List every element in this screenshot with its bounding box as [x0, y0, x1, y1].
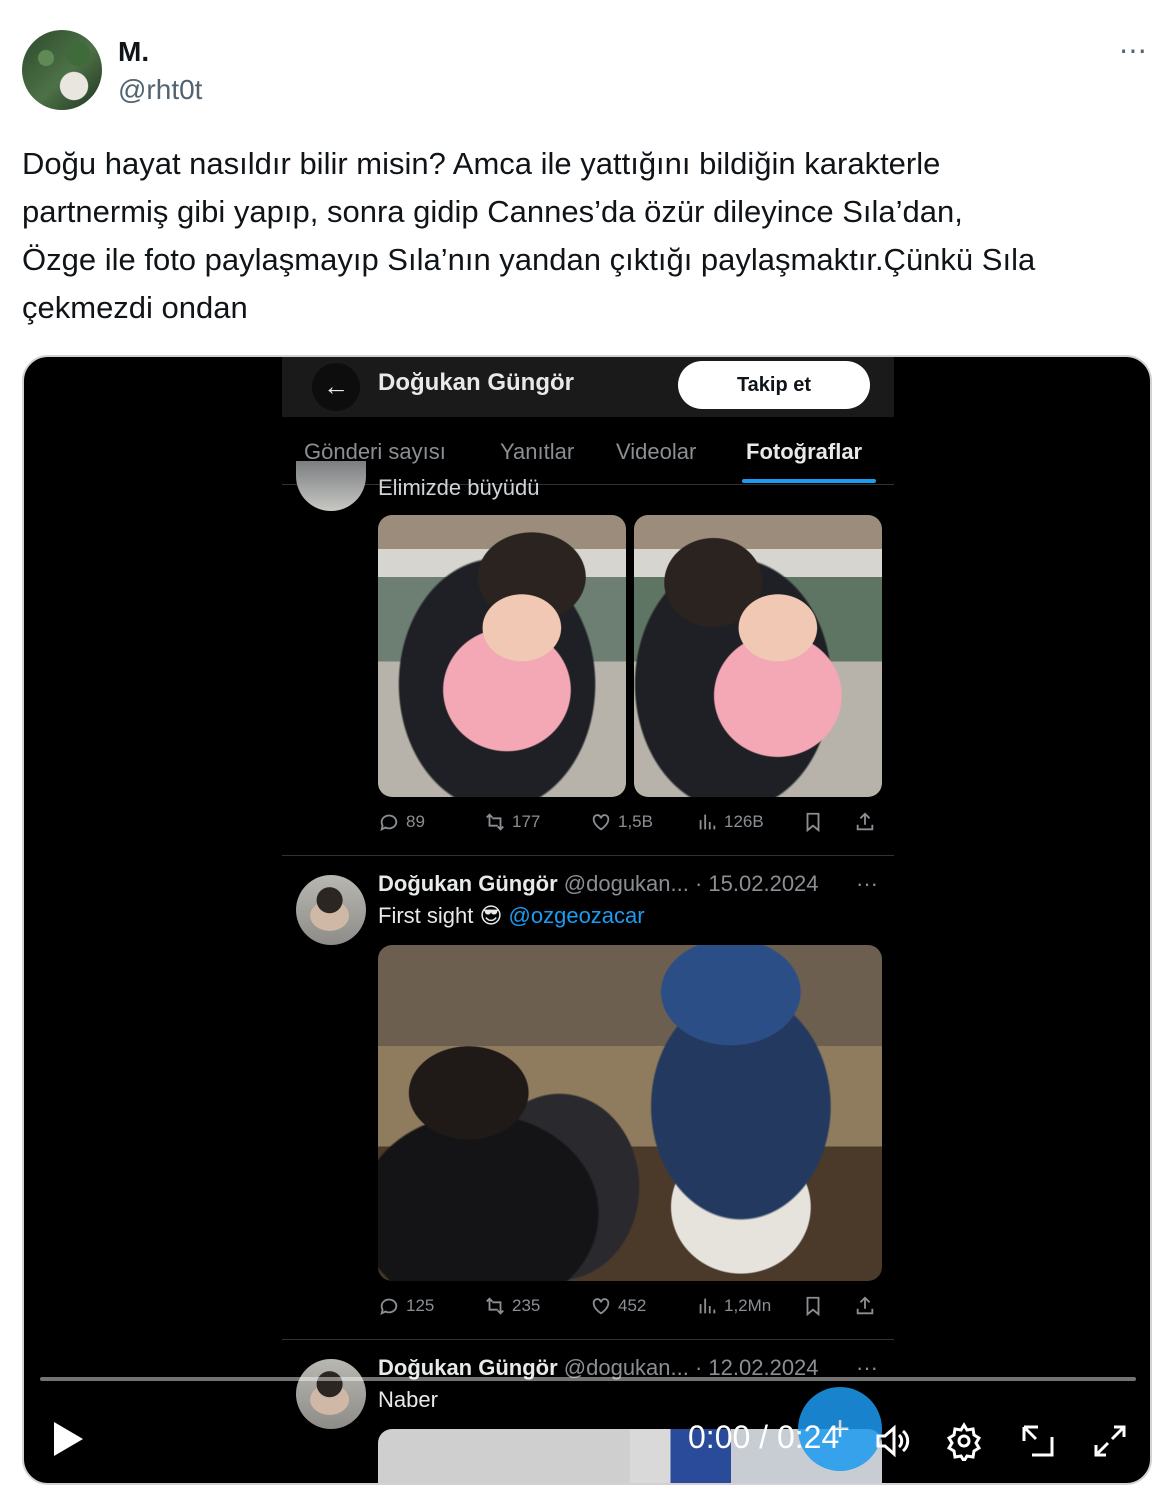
like-action: 1,5B	[590, 811, 653, 833]
tweet-text-line: Doğu hayat nasıldır bilir misin? Amca il…	[22, 146, 941, 181]
settings-gear-icon[interactable]	[944, 1421, 984, 1461]
post-actions: 89 177 1,5B 126B	[378, 811, 886, 841]
post-more-icon: ···	[856, 871, 878, 896]
reply-count: 89	[406, 812, 425, 831]
post-photo	[378, 515, 626, 797]
views-action: 1,2Mn	[696, 1295, 771, 1317]
video-player[interactable]: ← Doğukan Güngör Takip et Gönderi sayısı…	[22, 355, 1152, 1485]
post-text: Naber	[378, 1387, 438, 1412]
post-text-body: First sight 😎	[378, 903, 503, 928]
post-avatar	[296, 1359, 366, 1429]
reply-icon	[380, 814, 398, 832]
video-frame-profile-screenshot: ← Doğukan Güngör Takip et Gönderi sayısı…	[282, 357, 894, 1483]
repost-icon	[486, 813, 504, 831]
tweet-text-line: çekmezdi ondan	[22, 290, 248, 325]
active-tab-indicator	[742, 479, 876, 483]
post-divider	[282, 1339, 894, 1340]
like-count: 452	[618, 1296, 647, 1315]
tab-photos: Fotoğraflar	[746, 439, 863, 464]
bookmark-icon	[802, 1295, 824, 1317]
volume-icon[interactable]	[872, 1421, 912, 1461]
bookmark-icon	[802, 811, 824, 833]
repost-count: 177	[512, 812, 541, 831]
share-icon	[854, 1295, 876, 1317]
video-progress-bar[interactable]	[40, 1377, 1136, 1381]
heart-icon	[592, 814, 610, 831]
post-photo	[634, 515, 882, 797]
author-avatar[interactable]	[22, 30, 102, 110]
follow-button: Takip et	[678, 361, 870, 409]
post-mention-link: @ozgeozacar	[508, 903, 645, 928]
repost-count: 235	[512, 1296, 541, 1315]
tweet-text-line: partnermiş gibi yapıp, sonra gidip Canne…	[22, 194, 963, 229]
views-icon	[699, 1298, 716, 1314]
video-time: 0:00 / 0:24	[688, 1419, 840, 1455]
like-action: 452	[590, 1295, 646, 1317]
post-author-name: Doğukan Güngör	[378, 871, 558, 896]
play-icon[interactable]	[50, 1419, 86, 1459]
picture-in-picture-icon[interactable]	[1018, 1421, 1058, 1461]
profile-tabs: Gönderi sayısı Yanıtlar Videolar Fotoğra…	[282, 427, 894, 485]
post-avatar	[296, 461, 366, 511]
heart-icon	[592, 1298, 610, 1315]
reply-count: 125	[406, 1296, 435, 1315]
fullscreen-icon[interactable]	[1090, 1421, 1130, 1461]
reply-icon	[380, 1298, 398, 1316]
profile-header: ← Doğukan Güngör Takip et	[282, 357, 894, 417]
like-count: 1,5B	[618, 812, 653, 831]
tweet-text-line: Özge ile foto paylaşmayıp Sıla’nın yanda…	[22, 242, 1036, 277]
repost-action: 177	[484, 811, 540, 833]
views-count: 1,2Mn	[724, 1296, 772, 1315]
post-header: Doğukan Güngör @dogukan... · 15.02.2024	[378, 871, 819, 897]
reply-action: 125	[378, 1295, 434, 1317]
post-photo	[378, 945, 882, 1281]
views-count: 126B	[724, 812, 764, 831]
back-arrow-icon: ←	[312, 363, 360, 411]
repost-icon	[486, 1297, 504, 1315]
views-icon	[699, 814, 716, 830]
post-text: First sight 😎 @ozgeozacar	[378, 903, 645, 929]
post-divider	[282, 855, 894, 856]
tweet-text: Doğu hayat nasıldır bilir misin? Amca il…	[22, 140, 1152, 332]
repost-action: 235	[484, 1295, 540, 1317]
author-handle[interactable]: @rht0t	[118, 74, 202, 106]
post-avatar	[296, 875, 366, 945]
views-action: 126B	[696, 811, 764, 833]
tab-videos: Videolar	[616, 439, 697, 464]
author-display-name[interactable]: M.	[118, 36, 149, 68]
share-icon	[854, 811, 876, 833]
more-options-icon[interactable]: ⋯	[1119, 34, 1148, 67]
post-text-cut: Elimizde büyüdü	[378, 475, 540, 500]
profile-title: Doğukan Güngör	[378, 369, 574, 396]
tab-replies: Yanıtlar	[500, 439, 575, 464]
post-actions: 125 235 452 1,2Mn	[378, 1295, 886, 1325]
reply-action: 89	[378, 811, 425, 833]
post-meta: @dogukan... · 15.02.2024	[563, 871, 819, 896]
